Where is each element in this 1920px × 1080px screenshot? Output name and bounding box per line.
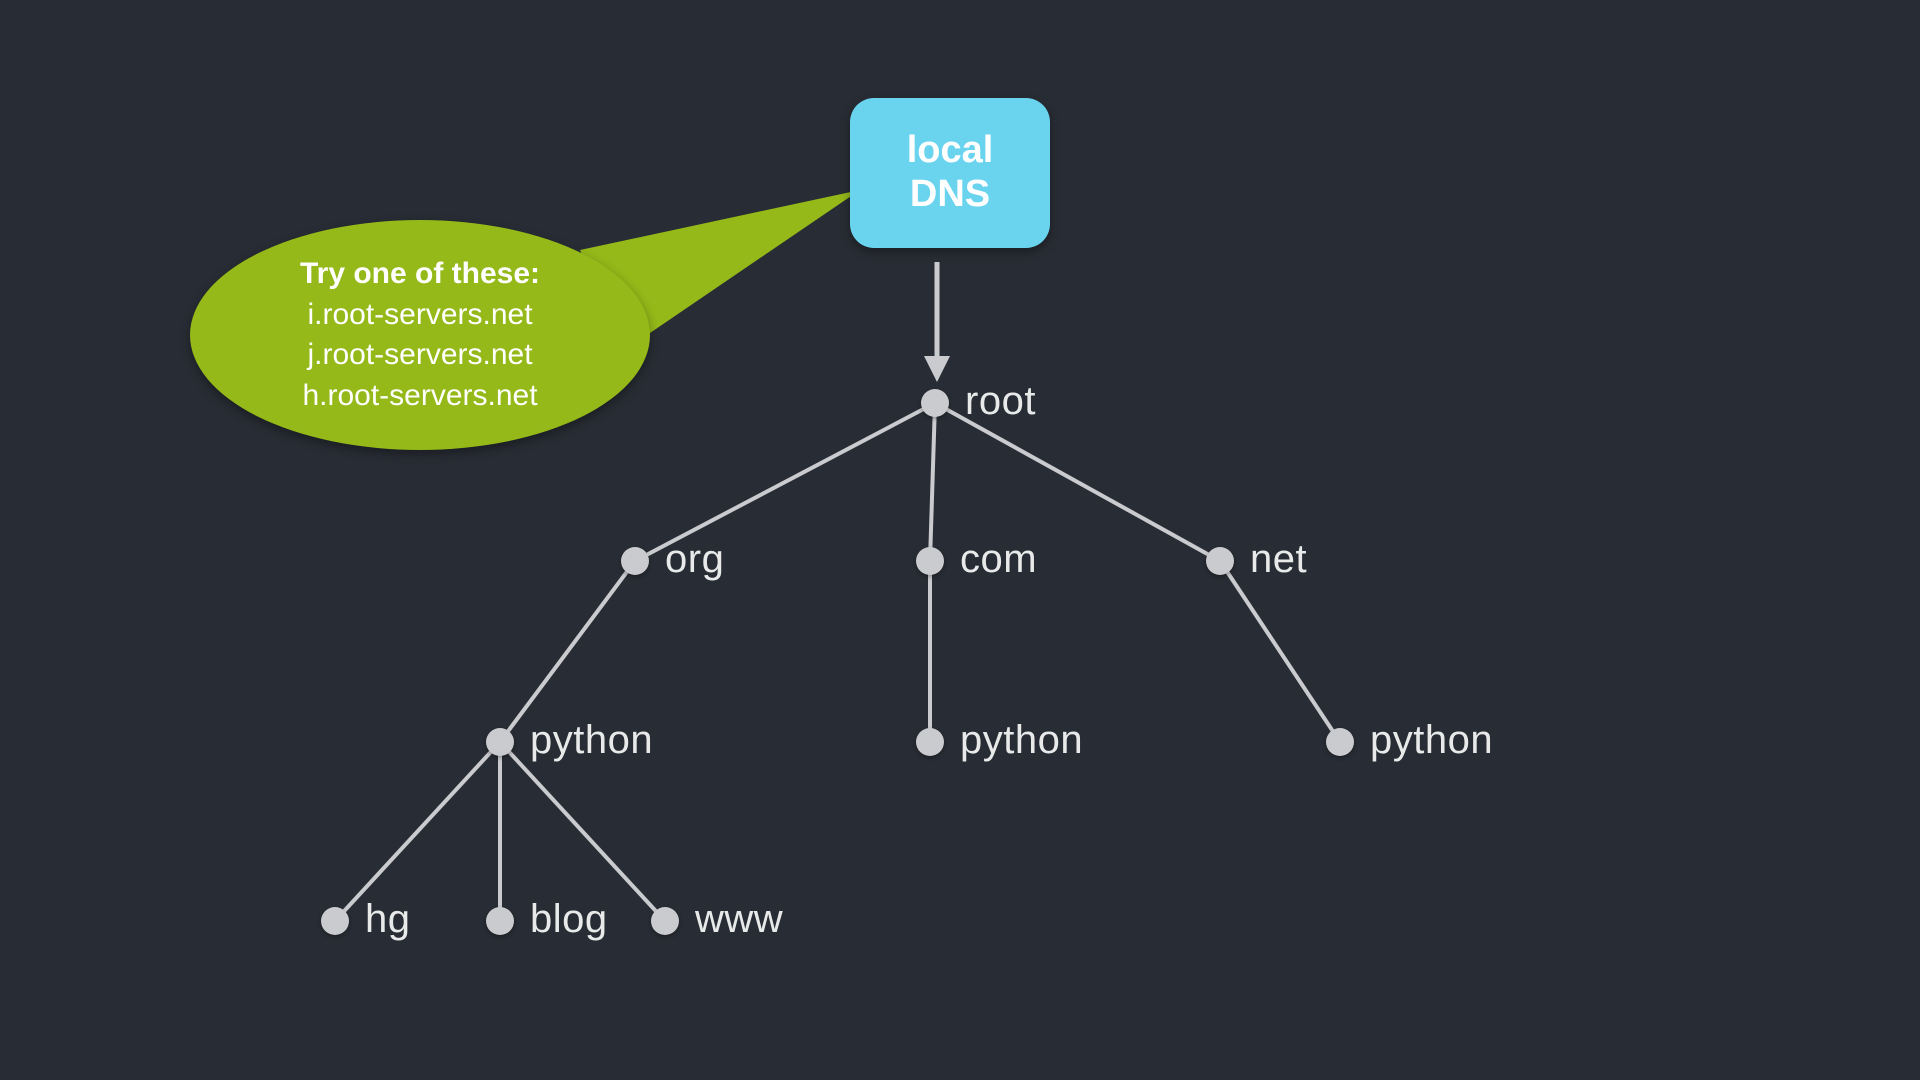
node-label-blog: blog	[530, 897, 608, 942]
bubble-line: j.root-servers.net	[300, 335, 540, 376]
tree-edge	[335, 742, 500, 921]
node-label-hg: hg	[365, 897, 411, 942]
local-dns-line1: local	[907, 129, 994, 171]
node-blog	[486, 907, 514, 935]
dns-diagram: local DNS Try one of these: i.root-serve…	[0, 0, 1920, 1080]
local-dns-box: local DNS	[850, 98, 1050, 248]
tree-edge	[500, 561, 635, 742]
node-label-www: www	[695, 897, 783, 942]
node-label-com: com	[960, 537, 1037, 582]
arrow-down-icon	[924, 356, 950, 382]
node-label-org: org	[665, 537, 724, 582]
speech-bubble: Try one of these: i.root-servers.net j.r…	[190, 220, 650, 450]
node-python_com	[916, 728, 944, 756]
node-label-python_net: python	[1370, 718, 1493, 763]
local-dns-line2: DNS	[910, 173, 990, 215]
bubble-line: h.root-servers.net	[300, 376, 540, 417]
node-label-python_org: python	[530, 718, 653, 763]
node-python_net	[1326, 728, 1354, 756]
node-hg	[321, 907, 349, 935]
bubble-title: Try one of these:	[300, 254, 540, 295]
node-com	[916, 547, 944, 575]
tree-edge	[500, 742, 665, 921]
node-label-root: root	[965, 379, 1036, 424]
node-label-net: net	[1250, 537, 1307, 582]
node-python_org	[486, 728, 514, 756]
node-www	[651, 907, 679, 935]
node-org	[621, 547, 649, 575]
node-net	[1206, 547, 1234, 575]
node-label-python_com: python	[960, 718, 1083, 763]
node-root	[921, 389, 949, 417]
bubble-line: i.root-servers.net	[300, 295, 540, 336]
tree-edge	[1220, 561, 1340, 742]
tree-edge	[930, 403, 935, 561]
